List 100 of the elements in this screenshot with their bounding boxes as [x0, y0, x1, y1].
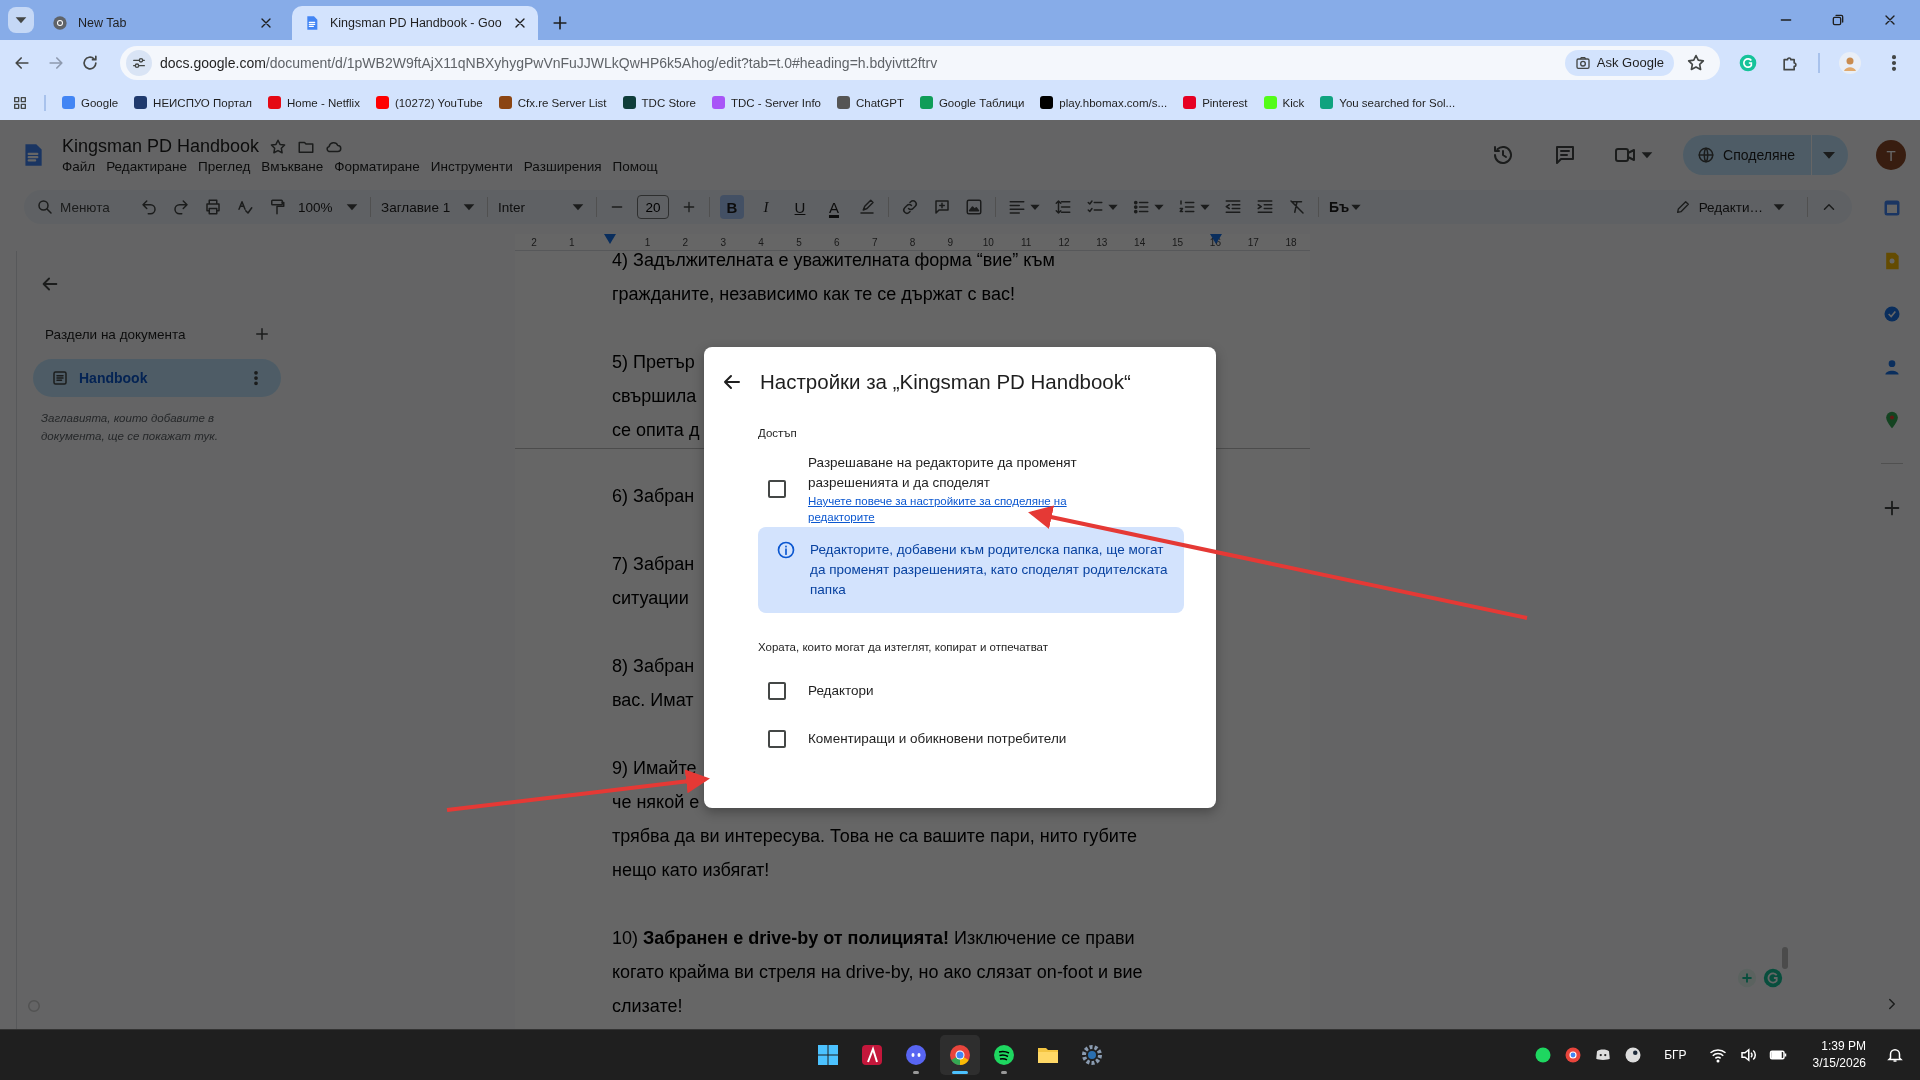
menu-item[interactable]: Форматиране	[334, 159, 420, 174]
align-icon[interactable]	[1008, 198, 1026, 216]
add-icon[interactable]	[1736, 967, 1758, 989]
menu-item[interactable]: Преглед	[198, 159, 251, 174]
increase-indent-icon[interactable]	[1256, 198, 1274, 216]
bookmark[interactable]: play.hbomax.com/s...	[1040, 96, 1168, 109]
spellcheck-icon[interactable]	[236, 198, 254, 216]
star-icon[interactable]	[269, 137, 288, 156]
increase-size-icon[interactable]	[681, 199, 697, 215]
menu-item[interactable]: Файл	[62, 159, 96, 174]
redo-icon[interactable]	[172, 198, 190, 216]
account-avatar[interactable]: T	[1876, 140, 1906, 170]
menu-item[interactable]: Инструменти	[430, 159, 513, 174]
menu-item[interactable]: Редактиране	[106, 159, 187, 174]
add-comment-icon[interactable]	[933, 198, 951, 216]
spotify-icon	[992, 1043, 1016, 1067]
chrome-icon	[948, 1043, 972, 1067]
document-title[interactable]: Kingsman PD Handbook	[62, 136, 260, 157]
bookmark[interactable]: Pinterest	[1183, 96, 1248, 109]
checkbox-label: Коментиращи и обикновени потребители	[808, 730, 1067, 748]
document-tab-icon	[51, 369, 69, 387]
document-text: свършила	[612, 386, 697, 406]
editing-mode-dropdown[interactable]: Редакти…	[1664, 199, 1797, 215]
undo-icon[interactable]	[140, 198, 158, 216]
checkbox[interactable]	[768, 682, 786, 700]
image-icon[interactable]	[965, 198, 983, 216]
tab-search-button[interactable]	[8, 7, 34, 33]
checkbox[interactable]	[768, 730, 786, 748]
clear-formatting-icon[interactable]	[1288, 198, 1306, 216]
ruler-number: 8	[908, 236, 917, 248]
bookmark[interactable]: You searched for Sol...	[1320, 96, 1456, 109]
bookmark[interactable]: Kick	[1263, 96, 1305, 109]
pencil-icon	[1674, 199, 1691, 215]
browser-tab[interactable]: Kingsman PD Handbook - Goo	[292, 6, 538, 40]
profile-avatar[interactable]	[1838, 50, 1862, 75]
bookmark[interactable]: Google	[62, 96, 119, 109]
grammarly-icon[interactable]	[1762, 967, 1784, 989]
ruler-number: 6	[833, 236, 841, 248]
bookmark[interactable]: Home - Netflix	[268, 96, 360, 109]
chrome-icon[interactable]	[1564, 1046, 1583, 1064]
section-heading: Достъп	[758, 426, 798, 441]
menu-search-field[interactable]: Менюта	[60, 199, 124, 215]
document-tab[interactable]: Handbook	[33, 359, 281, 397]
bookmark[interactable]: Cfx.re Server List	[498, 96, 607, 109]
volume-icon[interactable]	[1738, 1046, 1757, 1064]
address-bar[interactable]: docs.google.com/document/d/1pWB2W9ftAjX11qNBXyhygPwVnFuJJWLkQwHP6k5Ahog/edit?tab=t.0#heading=h.bdyivtt2ftrv Ask Google	[120, 45, 1720, 80]
menu-item[interactable]: Помощ	[612, 159, 658, 174]
bookmark[interactable]: TDC Store	[622, 96, 696, 109]
input-tools-button[interactable]: Бъ	[1329, 199, 1350, 215]
link-icon[interactable]	[901, 198, 919, 216]
menu-item[interactable]: Разширения	[523, 159, 602, 174]
zoom-dropdown[interactable]: 100%	[298, 199, 360, 215]
steam-icon[interactable]	[1624, 1046, 1643, 1064]
clock[interactable]: 1:39 PM 3/15/2026	[1812, 1038, 1866, 1072]
wifi-icon[interactable]	[1708, 1046, 1727, 1064]
format-button[interactable]: U	[788, 195, 812, 219]
app-icon	[860, 1043, 884, 1067]
language-indicator[interactable]: БГР	[1664, 1048, 1687, 1062]
browser-tab[interactable]: New Tab	[40, 6, 286, 40]
bookmark[interactable]: (10272) YouTube	[375, 96, 483, 109]
bookmark-star-icon[interactable]	[1686, 52, 1706, 73]
font-size-field[interactable]: 20	[637, 195, 669, 219]
ask-google-button[interactable]: Ask Google	[1564, 49, 1674, 76]
bulleted-list-icon[interactable]	[1132, 198, 1150, 216]
contacts-icon[interactable]	[1882, 357, 1902, 377]
style-dropdown[interactable]: Заглавие 1	[381, 199, 477, 215]
decrease-indent-icon[interactable]	[1224, 198, 1242, 216]
add-tab-icon[interactable]	[253, 325, 271, 343]
menu-item[interactable]: Вмъкване	[261, 159, 324, 174]
ruler-number: 15	[1170, 236, 1185, 248]
bookmark[interactable]: Google Таблици	[919, 96, 1025, 109]
highlighter-icon[interactable]	[858, 198, 876, 216]
scrollbar-thumb[interactable]	[1782, 947, 1788, 969]
url-text: docs.google.com/document/d/1pWB2W9ftAjX11qNBXyhygPwVnFuJJWLkQwHP6k5Ahog/edit?tab=t.0#heading=h.bdyivtt2ftrv	[160, 54, 938, 71]
font-dropdown[interactable]: Inter	[498, 199, 586, 215]
taskbar-app[interactable]	[940, 1035, 980, 1075]
notification-bell-icon[interactable]	[1886, 1046, 1904, 1064]
format-button[interactable]: B	[720, 195, 744, 219]
restore-icon[interactable]	[1830, 12, 1846, 28]
indent-marker-icon[interactable]	[1210, 234, 1222, 244]
tasks-icon[interactable]	[1882, 304, 1902, 324]
spotify-icon[interactable]	[1534, 1046, 1553, 1064]
checkbox[interactable]	[768, 480, 786, 498]
grammarly-icon[interactable]	[1738, 52, 1758, 73]
search-icon[interactable]	[36, 198, 54, 216]
windows-icon	[816, 1043, 840, 1067]
learn-more-link[interactable]: Научете повече за настройките за споделяне на редакторите	[808, 493, 1108, 525]
print-icon[interactable]	[204, 198, 222, 216]
bookmark[interactable]: ChatGPT	[837, 96, 904, 109]
format-button[interactable]: I	[754, 195, 778, 219]
bookmark[interactable]: TDC - Server Info	[711, 96, 821, 109]
bookmark[interactable]: НЕИСПУО Портал	[134, 96, 253, 109]
share-button[interactable]: Споделяне	[1683, 135, 1848, 175]
apps-icon[interactable]	[12, 94, 28, 111]
text-color-button[interactable]: A	[822, 195, 846, 219]
indent-marker-icon[interactable]	[604, 234, 616, 244]
line-spacing-icon[interactable]	[1054, 198, 1072, 216]
calendar-icon[interactable]	[1882, 198, 1902, 218]
paint-format-icon[interactable]	[268, 198, 286, 216]
ruler-number: 13	[1095, 236, 1109, 248]
